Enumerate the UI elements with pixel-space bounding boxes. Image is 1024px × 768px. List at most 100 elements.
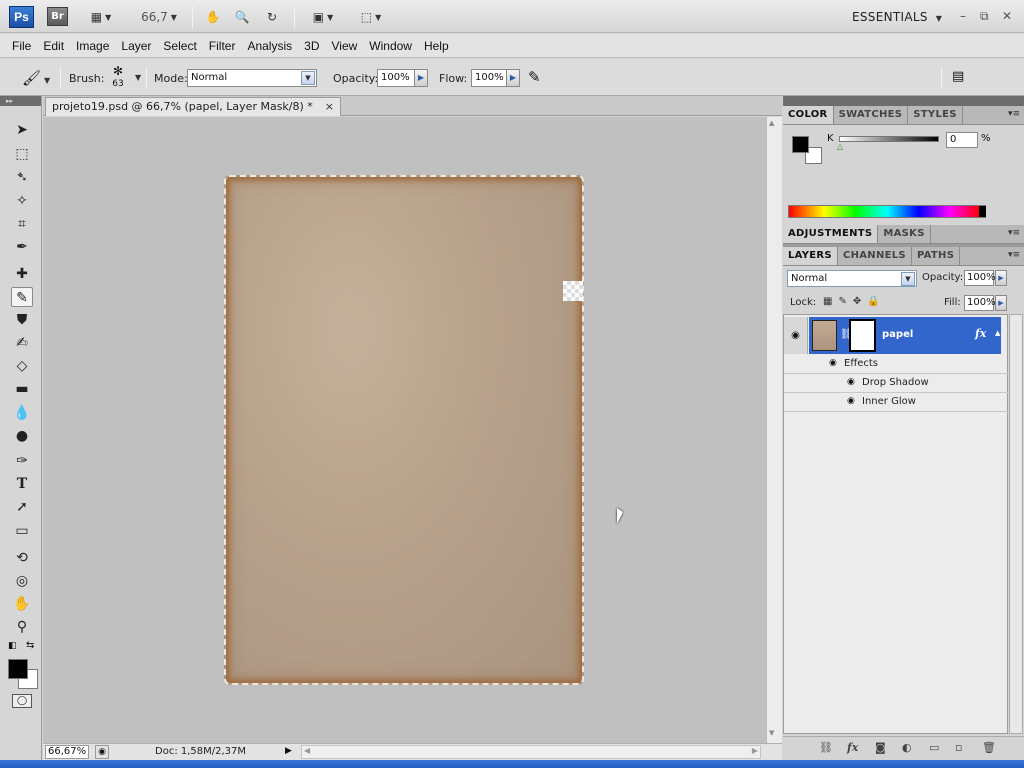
foreground-color-swatch[interactable] <box>8 659 28 679</box>
dodge-tool[interactable]: ● <box>11 426 33 446</box>
fill-input[interactable]: 100% <box>964 295 996 311</box>
blend-mode-select[interactable]: Normal ▼ <box>787 270 917 287</box>
gradient-tool[interactable]: ▬ <box>11 379 33 399</box>
eye-icon[interactable]: ◉ <box>847 377 855 387</box>
effect-row-inner-glow[interactable]: ◉ Inner Glow <box>784 393 1008 412</box>
tab-paths[interactable]: PATHS <box>912 247 961 265</box>
layer-visibility-toggle[interactable]: ◉ <box>784 317 808 354</box>
menu-filter[interactable]: Filter <box>203 39 242 53</box>
workspace-switcher[interactable]: ESSENTIALS ▼ <box>852 10 942 24</box>
zoom-level-dropdown[interactable]: 66,7 ▼ <box>136 7 182 27</box>
panel-menu-icon[interactable]: ▾≡ <box>1008 109 1020 119</box>
menu-help[interactable]: Help <box>418 39 455 53</box>
healing-brush-tool[interactable]: ✚ <box>11 264 33 284</box>
color-spectrum-bar[interactable] <box>788 205 986 218</box>
k-slider[interactable] <box>839 136 939 142</box>
history-brush-tool[interactable]: ✍ <box>11 333 33 353</box>
quick-mask-button[interactable]: ◯ <box>12 694 32 708</box>
menu-view[interactable]: View <box>325 39 363 53</box>
opacity-input[interactable]: 100% <box>377 69 415 87</box>
panel-menu-icon[interactable]: ▾≡ <box>1008 250 1020 260</box>
swap-colors-button[interactable]: ⇆ <box>26 640 34 651</box>
flow-slider-toggle[interactable]: ▶ <box>506 69 520 87</box>
layer-selected-highlight[interactable]: ⛓ papel fx <box>809 317 1001 354</box>
view-extras-button[interactable]: ▦ ▼ <box>84 7 118 27</box>
clone-stamp-tool[interactable]: ⛊ <box>11 310 33 330</box>
rotate-view-button[interactable]: ↻ <box>262 7 282 27</box>
blur-tool[interactable]: 💧 <box>11 403 33 423</box>
scroll-down-icon[interactable]: ▼ <box>769 729 774 737</box>
k-value-input[interactable]: 0 <box>946 132 978 148</box>
collapse-effects-icon[interactable]: ▲ <box>995 329 1000 337</box>
chevron-down-icon[interactable]: ▼ <box>135 73 141 82</box>
hand-tool[interactable]: ✋ <box>11 594 33 614</box>
adjustment-layer-icon[interactable]: ◐ <box>902 741 912 754</box>
tab-styles[interactable]: STYLES <box>908 106 963 124</box>
foreground-color-chip[interactable] <box>792 136 809 153</box>
tab-masks[interactable]: MASKS <box>878 225 931 243</box>
tab-layers[interactable]: LAYERS <box>783 247 838 265</box>
panel-menu-icon[interactable]: ▾≡ <box>1008 228 1020 238</box>
marquee-tool[interactable]: ⬚ <box>11 144 33 164</box>
pen-tool[interactable]: ✑ <box>11 451 33 471</box>
hand-tool-button[interactable]: ✋ <box>203 7 223 27</box>
type-tool[interactable]: T <box>11 474 33 494</box>
link-layers-icon[interactable]: ⛓ <box>819 741 833 754</box>
add-mask-icon[interactable]: ◙ <box>875 741 886 754</box>
menu-3d[interactable]: 3D <box>298 39 325 53</box>
menu-image[interactable]: Image <box>70 39 115 53</box>
menu-edit[interactable]: Edit <box>37 39 70 53</box>
fill-slider-toggle[interactable]: ▶ <box>995 295 1007 311</box>
menu-window[interactable]: Window <box>363 39 418 53</box>
add-style-icon[interactable]: fx <box>847 741 858 754</box>
mode-select[interactable]: Normal ▼ <box>187 69 317 87</box>
airbrush-toggle[interactable]: ✎ <box>528 68 541 86</box>
flow-input[interactable]: 100% <box>471 69 507 87</box>
eraser-tool[interactable]: ◇ <box>11 356 33 376</box>
trash-icon[interactable]: 🗑 <box>982 741 996 754</box>
vertical-scrollbar[interactable]: ▲ ▼ <box>766 117 782 743</box>
zoom-tool-button[interactable]: 🔍 <box>232 7 252 27</box>
3d-rotate-tool[interactable]: ⟲ <box>11 548 33 568</box>
menu-layer[interactable]: Layer <box>115 39 157 53</box>
menu-file[interactable]: File <box>6 39 37 53</box>
launch-bridge-button[interactable]: Br <box>47 7 68 26</box>
minimize-button[interactable]: – <box>960 9 966 23</box>
restore-button[interactable]: ⧉ <box>980 9 989 24</box>
document-canvas[interactable] <box>43 117 766 743</box>
tab-swatches[interactable]: SWATCHES <box>834 106 909 124</box>
spectrum-black-chip[interactable] <box>979 206 986 217</box>
tab-channels[interactable]: CHANNELS <box>838 247 912 265</box>
new-layer-icon[interactable]: ▫ <box>955 741 962 754</box>
screen-mode-button[interactable]: ⬚ ▼ <box>353 7 389 27</box>
status-menu-arrow[interactable]: ▶ <box>285 746 292 756</box>
horizontal-scrollbar[interactable]: ◀ ▶ <box>301 745 761 759</box>
3d-orbit-tool[interactable]: ◎ <box>11 571 33 591</box>
lasso-tool[interactable]: ➴ <box>11 167 33 187</box>
layer-opacity-slider-toggle[interactable]: ▶ <box>995 270 1007 286</box>
zoom-tool[interactable]: ⚲ <box>11 617 33 637</box>
new-group-icon[interactable]: ▭ <box>929 741 939 754</box>
move-tool[interactable]: ➤ <box>11 120 33 140</box>
brush-tool[interactable]: ✎ <box>11 287 33 307</box>
crop-tool[interactable]: ⌗ <box>11 214 33 234</box>
quick-selection-tool[interactable]: ✧ <box>11 191 33 211</box>
menu-analysis[interactable]: Analysis <box>241 39 298 53</box>
scroll-right-icon[interactable]: ▶ <box>752 746 758 755</box>
scroll-up-icon[interactable]: ▲ <box>769 119 774 127</box>
layer-row[interactable]: ◉ ⛓ papel fx ▲ <box>784 317 1008 354</box>
brush-preset-picker[interactable]: 🖌 ▼ <box>22 69 50 87</box>
effects-group-row[interactable]: ◉ Effects <box>784 355 1008 374</box>
panel-collapse-bar[interactable]: ▸▸ <box>0 96 41 106</box>
brushes-panel-button[interactable]: ▤ <box>952 69 964 84</box>
default-colors-button[interactable]: ◧ <box>8 641 17 651</box>
effect-row-drop-shadow[interactable]: ◉ Drop Shadow <box>784 374 1008 393</box>
scroll-left-icon[interactable]: ◀ <box>304 746 310 755</box>
tab-color[interactable]: COLOR <box>783 106 834 124</box>
layer-opacity-input[interactable]: 100% <box>964 270 996 286</box>
tab-adjustments[interactable]: ADJUSTMENTS <box>783 225 879 243</box>
layers-scrollbar[interactable] <box>1009 314 1023 734</box>
status-options-button[interactable]: ◉ <box>95 745 109 759</box>
document-tab[interactable]: projeto19.psd @ 66,7% (papel, Layer Mask… <box>45 97 342 116</box>
menu-select[interactable]: Select <box>157 39 202 53</box>
